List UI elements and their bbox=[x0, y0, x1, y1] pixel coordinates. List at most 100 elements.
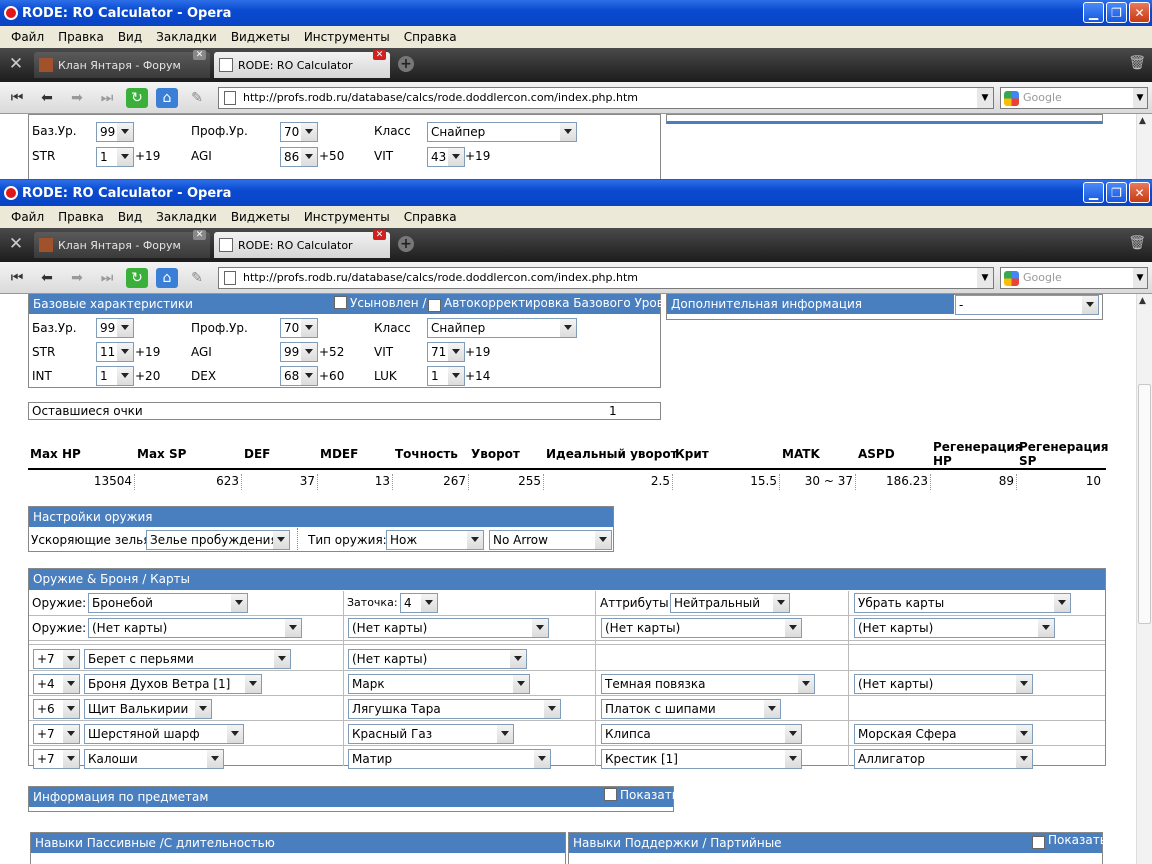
accessory-3-select[interactable]: Клипса bbox=[601, 724, 802, 744]
weapon-card-2-select[interactable]: (Нет карты) bbox=[348, 618, 549, 638]
menu-widgets[interactable]: Виджеты bbox=[224, 30, 297, 44]
menu-edit[interactable]: Правка bbox=[51, 30, 111, 44]
weapon-card-1-select[interactable]: (Нет карты) bbox=[88, 618, 302, 638]
armor-select[interactable]: Броня Духов Ветра [1] bbox=[84, 674, 262, 694]
menu-tools[interactable]: Инструменты bbox=[297, 210, 397, 224]
close-icon[interactable]: ✕ bbox=[1129, 2, 1150, 23]
menu-view[interactable]: Вид bbox=[111, 30, 149, 44]
accessory-3-card-select[interactable]: Морская Сфера bbox=[854, 724, 1033, 744]
headgear-refine-select[interactable]: +7 bbox=[33, 649, 80, 669]
vit-select[interactable]: 71 bbox=[427, 342, 465, 362]
support-skills-show-checkbox[interactable]: ✔ bbox=[1032, 836, 1045, 849]
minimize-icon[interactable]: ▁ bbox=[1083, 182, 1104, 203]
trash-icon[interactable]: 🗑 bbox=[1128, 55, 1146, 71]
accessory-1-card-select[interactable]: (Нет карты) bbox=[854, 674, 1033, 694]
support-skills-show-label[interactable]: ✔ Показать bbox=[1032, 833, 1107, 849]
forward-icon[interactable]: ➡ bbox=[66, 268, 88, 288]
weapon-card-4-select[interactable]: (Нет карты) bbox=[854, 618, 1055, 638]
scroll-up-icon[interactable]: ▲ bbox=[1139, 116, 1146, 126]
headgear-select[interactable]: Берет с перьями bbox=[84, 649, 291, 669]
job-level-select[interactable]: 70 bbox=[280, 122, 318, 142]
tab-close-icon[interactable]: ✕ bbox=[193, 230, 206, 240]
menu-bookmarks[interactable]: Закладки bbox=[149, 30, 224, 44]
tools-icon[interactable]: ✕ bbox=[4, 54, 28, 76]
rewind-icon[interactable]: ⏮ bbox=[6, 268, 28, 288]
wand-icon[interactable]: ✎ bbox=[186, 268, 208, 288]
headgear-card-select[interactable]: (Нет карты) bbox=[348, 649, 527, 669]
address-field[interactable]: http://profs.rodb.ru/database/calcs/rode… bbox=[218, 267, 994, 289]
menu-tools[interactable]: Инструменты bbox=[297, 30, 397, 44]
chevron-down-icon[interactable]: ▼ bbox=[977, 268, 993, 288]
shoes-select[interactable]: Калоши bbox=[84, 749, 224, 769]
class-select[interactable]: Снайпер bbox=[427, 122, 577, 142]
menu-file[interactable]: Файл bbox=[4, 30, 51, 44]
tab-forum[interactable]: Клан Янтаря - Форум ✕ bbox=[34, 50, 210, 78]
home-icon[interactable]: ⌂ bbox=[156, 88, 178, 108]
arrow-select[interactable]: No Arrow bbox=[489, 530, 612, 550]
menu-help[interactable]: Справка bbox=[397, 30, 464, 44]
reload-icon[interactable]: ↻ bbox=[126, 268, 148, 288]
tab-close-icon[interactable]: ✕ bbox=[373, 230, 386, 240]
agi-select[interactable]: 86 bbox=[280, 147, 318, 167]
shoes-card-select[interactable]: Матир bbox=[348, 749, 551, 769]
accessory-4-select[interactable]: Крестик [1] bbox=[601, 749, 802, 769]
accessory-4-card-select[interactable]: Аллигатор bbox=[854, 749, 1033, 769]
forward-icon[interactable]: ➡ bbox=[66, 88, 88, 108]
attribute-select[interactable]: Нейтральный bbox=[670, 593, 790, 613]
shield-refine-select[interactable]: +6 bbox=[33, 699, 80, 719]
menu-view[interactable]: Вид bbox=[111, 210, 149, 224]
scroll-up-icon[interactable]: ▲ bbox=[1139, 296, 1146, 306]
weapon-card-3-select[interactable]: (Нет карты) bbox=[601, 618, 802, 638]
fast-forward-icon[interactable]: ⏭ bbox=[96, 268, 118, 288]
garment-refine-select[interactable]: +7 bbox=[33, 724, 80, 744]
potion-select[interactable]: Зелье пробуждения bbox=[146, 530, 290, 550]
tab-forum[interactable]: Клан Янтаря - Форум ✕ bbox=[34, 230, 210, 258]
extra-info-select[interactable]: - bbox=[955, 295, 1099, 315]
back-icon[interactable]: ⬅ bbox=[36, 88, 58, 108]
restore-icon[interactable]: ❐ bbox=[1106, 2, 1127, 23]
trash-icon[interactable]: 🗑 bbox=[1128, 235, 1146, 251]
weapon-type-select[interactable]: Нож bbox=[386, 530, 484, 550]
adopted-checkbox[interactable] bbox=[334, 296, 347, 309]
vertical-scrollbar[interactable]: ▲ bbox=[1136, 294, 1152, 864]
search-field[interactable]: Google ▼ bbox=[1000, 267, 1148, 289]
int-select[interactable]: 1 bbox=[96, 366, 134, 386]
armor-card-select[interactable]: Марк bbox=[348, 674, 530, 694]
base-level-select[interactable]: 99 bbox=[96, 318, 134, 338]
chevron-down-icon[interactable]: ▼ bbox=[977, 88, 993, 108]
close-icon[interactable]: ✕ bbox=[1129, 182, 1150, 203]
tab-calculator[interactable]: RODE: RO Calculator ✕ bbox=[214, 230, 390, 258]
armor-refine-select[interactable]: +4 bbox=[33, 674, 80, 694]
menu-file[interactable]: Файл bbox=[4, 210, 51, 224]
autocorrect-checkbox[interactable]: ✔ bbox=[428, 299, 441, 312]
new-tab-icon[interactable]: + bbox=[398, 56, 414, 72]
str-select[interactable]: 1 bbox=[96, 147, 134, 167]
tab-close-icon[interactable]: ✕ bbox=[193, 50, 206, 60]
wand-icon[interactable]: ✎ bbox=[186, 88, 208, 108]
weapon-select[interactable]: Бронебой bbox=[88, 593, 248, 613]
vit-select[interactable]: 43 bbox=[427, 147, 465, 167]
luk-select[interactable]: 1 bbox=[427, 366, 465, 386]
tab-close-icon[interactable]: ✕ bbox=[373, 50, 386, 60]
autocorrect-checkbox-label[interactable]: ✔ Автокорректировка Базового Уровня bbox=[428, 296, 679, 312]
class-select[interactable]: Снайпер bbox=[427, 318, 577, 338]
str-select[interactable]: 11 bbox=[96, 342, 134, 362]
items-info-show-checkbox[interactable] bbox=[604, 788, 617, 801]
scrollbar-thumb[interactable] bbox=[1138, 384, 1151, 624]
menu-edit[interactable]: Правка bbox=[51, 210, 111, 224]
menu-help[interactable]: Справка bbox=[397, 210, 464, 224]
dex-select[interactable]: 68 bbox=[280, 366, 318, 386]
fast-forward-icon[interactable]: ⏭ bbox=[96, 88, 118, 108]
tools-icon[interactable]: ✕ bbox=[4, 234, 28, 256]
garment-card-select[interactable]: Красный Газ bbox=[348, 724, 514, 744]
minimize-icon[interactable]: ▁ bbox=[1083, 2, 1104, 23]
garment-select[interactable]: Шерстяной шарф bbox=[84, 724, 244, 744]
rewind-icon[interactable]: ⏮ bbox=[6, 88, 28, 108]
shoes-refine-select[interactable]: +7 bbox=[33, 749, 80, 769]
chevron-down-icon[interactable]: ▼ bbox=[1133, 88, 1147, 108]
base-level-select[interactable]: 99 bbox=[96, 122, 134, 142]
refine-select[interactable]: 4 bbox=[400, 593, 438, 613]
accessory-2-select[interactable]: Платок с шипами bbox=[601, 699, 781, 719]
new-tab-icon[interactable]: + bbox=[398, 236, 414, 252]
search-field[interactable]: Google ▼ bbox=[1000, 87, 1148, 109]
